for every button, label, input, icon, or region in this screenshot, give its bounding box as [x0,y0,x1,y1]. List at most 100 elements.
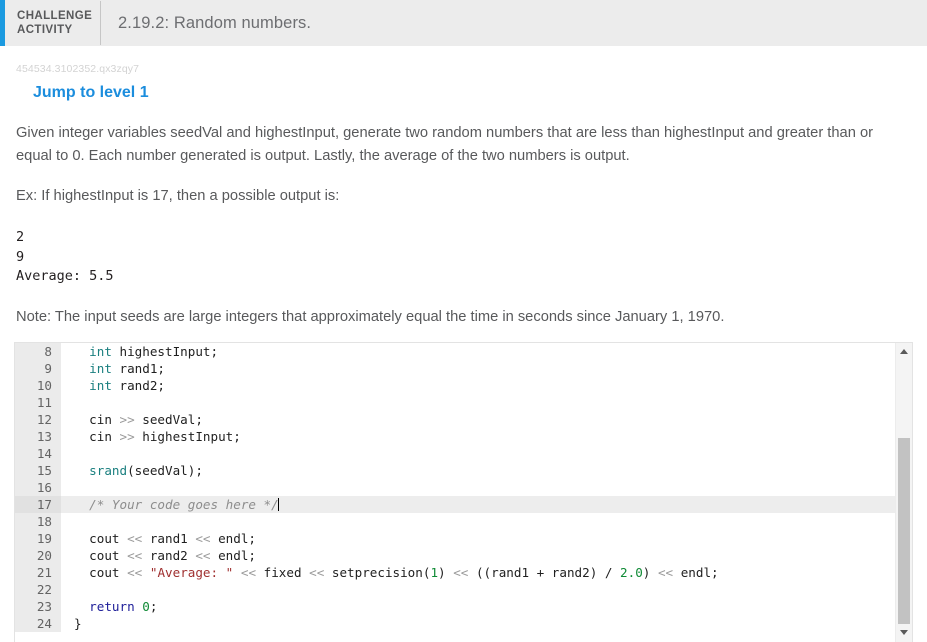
code-token: endl; [210,530,257,546]
scroll-down-icon[interactable] [896,625,912,641]
code-line-text[interactable]: } [61,615,895,632]
code-line-text[interactable]: cout << rand1 << endl; [61,530,895,547]
code-token: cin [89,411,120,427]
code-token: 2.0 [620,564,643,580]
editor-vertical-scrollbar[interactable] [895,342,912,642]
header-accent-bar [0,0,5,46]
code-line[interactable]: 8 int highestInput; [15,342,895,360]
code-token: ((rand1 + rand2) / [468,564,621,580]
code-token: "Average: " [149,564,234,580]
line-number: 18 [15,512,61,530]
code-token: << [127,530,143,546]
code-line[interactable]: 18 [15,512,895,530]
code-line[interactable]: 23 return 0; [15,597,895,615]
code-line-text[interactable] [61,513,895,530]
code-token: rand1; [111,360,166,376]
code-line-text[interactable] [61,394,895,411]
code-token: 0 [142,598,150,614]
code-line-text[interactable]: int highestInput; [61,343,895,360]
code-line[interactable]: 21 cout << "Average: " << fixed << setpr… [15,563,895,581]
code-line-text[interactable] [61,581,895,598]
header-divider [100,1,101,45]
line-number: 21 [15,563,61,581]
code-token: << [195,547,211,563]
code-token: } [74,615,82,631]
line-number: 13 [15,427,61,445]
code-line[interactable]: 16 [15,478,895,496]
code-line-text[interactable] [61,479,895,496]
code-token: /* Your code goes here */ [89,496,279,512]
code-editor[interactable]: 8 int highestInput; 9 int rand1; 10 int ra… [14,341,913,642]
line-number: 22 [15,580,61,598]
code-token: << [453,564,469,580]
code-line[interactable]: 17 /* Your code goes here */ [15,495,895,513]
code-line-text[interactable]: cin >> highestInput; [61,428,895,445]
code-line-text[interactable]: int rand1; [61,360,895,377]
line-number: 8 [15,342,61,360]
triangle-down-icon [900,630,908,635]
code-line[interactable]: 11 [15,393,895,411]
code-line[interactable]: 24} [15,614,895,632]
scrollbar-thumb[interactable] [898,437,910,624]
line-number: 14 [15,444,61,462]
line-number: 23 [15,597,61,615]
challenge-activity-header: CHALLENGE ACTIVITY 2.19.2: Random number… [0,0,927,46]
code-line[interactable]: 9 int rand1; [15,359,895,377]
code-line-text[interactable]: srand(seedVal); [61,462,895,479]
code-line[interactable]: 22 [15,580,895,598]
code-token: << [657,564,674,580]
code-line[interactable]: 20 cout << rand2 << endl; [15,546,895,564]
code-editor-lines[interactable]: 8 int highestInput; 9 int rand1; 10 int ra… [15,342,895,642]
code-token: rand1 [142,530,196,546]
line-number: 16 [15,478,61,496]
code-token: cout [89,530,128,546]
code-line[interactable]: 15 srand(seedVal); [15,461,895,479]
code-line[interactable]: 19 cout << rand1 << endl; [15,529,895,547]
code-token: int [89,343,112,359]
line-number: 24 [15,614,61,632]
line-number: 15 [15,461,61,479]
jump-to-level-link[interactable]: Jump to level 1 [33,84,149,102]
code-token: highestInput; [134,428,241,444]
code-token: ) [642,564,658,580]
code-token: ) [438,564,454,580]
code-token: endl; [210,547,257,563]
scroll-up-icon[interactable] [896,344,912,360]
code-line-text[interactable]: cin >> seedVal; [61,411,895,428]
code-line-text[interactable]: cout << rand2 << endl; [61,547,895,564]
code-token: cin [89,428,120,444]
text-cursor [277,497,279,511]
prompt-paragraph-1: Given integer variables seedVal and high… [16,125,874,164]
kicker-line-2: ACTIVITY [17,24,73,36]
activity-id-label: 454534.3102352.qx3zqy7 [16,63,140,75]
code-line[interactable]: 10 int rand2; [15,376,895,394]
code-token: << [309,564,325,580]
code-line-text[interactable]: int rand2; [61,377,895,394]
code-token: int [89,360,112,376]
kicker-line-1: CHALLENGE [17,10,93,22]
code-token: highestInput; [111,343,219,359]
line-number: 20 [15,546,61,564]
code-token: rand2 [142,547,196,563]
code-token: seedVal; [134,411,203,427]
code-token: fixed [256,564,310,580]
code-line[interactable]: 12 cin >> seedVal; [15,410,895,428]
code-token: srand [89,462,128,478]
code-line-text[interactable]: /* Your code goes here */ [61,496,895,513]
code-token: << [240,564,257,580]
activity-title: 2.19.2: Random numbers. [118,13,312,32]
code-token: << [195,530,211,546]
challenge-activity-kicker: CHALLENGE ACTIVITY [17,9,93,37]
line-number: 12 [15,410,61,428]
code-line-text[interactable]: return 0; [61,598,895,615]
code-line-text[interactable]: cout << "Average: " << fixed << setpreci… [61,564,895,581]
line-number: 17 [15,495,61,513]
code-line[interactable]: 13 cin >> highestInput; [15,427,895,445]
code-line-text[interactable] [61,445,895,462]
prompt-paragraph-2: Ex: If highestInput is 17, then a possib… [16,188,340,204]
code-line[interactable]: 14 [15,444,895,462]
code-token: 1 [430,564,439,580]
code-token: setprecision( [324,564,431,580]
